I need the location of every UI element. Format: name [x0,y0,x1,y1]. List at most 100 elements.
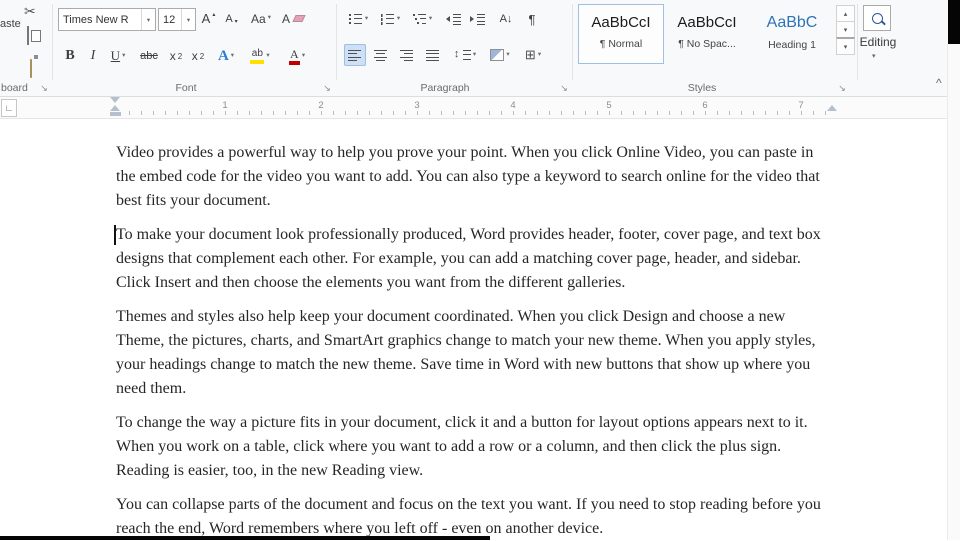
shading-button[interactable]: ▾ [486,44,514,66]
collapse-ribbon-chevron[interactable]: ^ [936,76,942,90]
numbered-list-icon [379,13,395,25]
style-sample-text: AaBbCcI [591,14,651,31]
find-button[interactable] [863,5,891,31]
show-paragraph-marks-button[interactable]: ¶ [522,8,542,30]
borders-button[interactable]: ⊞ ▾ [518,44,548,66]
highlight-swatch [250,59,265,64]
style-name-label: ¶ No Spac... [678,38,736,50]
borders-grid-icon: ⊞ [524,47,536,62]
change-case-button[interactable]: Aa ▾ [246,8,276,29]
multilevel-list-button[interactable]: ▾ [408,8,436,30]
vertical-scrollbar[interactable] [947,44,960,540]
shrink-font-button[interactable]: A ▾ [221,8,242,29]
underline-button[interactable]: U ▾ [104,44,132,68]
hanging-indent-marker[interactable] [110,105,120,111]
clear-formatting-label: A [281,11,290,26]
ribbon: ✂ aste Times New R ▾ 12 ▾ A ▴ A ▾ Aa ▾ A B … [0,0,960,97]
chevron-down-icon: ▾ [266,51,270,59]
chevron-down-icon: ▾ [537,50,542,58]
underline-label: U [110,48,121,63]
group-divider [52,4,53,80]
editing-chevron-down-icon[interactable]: ▾ [872,52,876,60]
font-name-combobox[interactable]: Times New R ▾ [58,8,156,31]
format-painter-icon[interactable] [30,59,32,78]
paragraph[interactable]: You can collapse parts of the document a… [116,493,836,541]
paragraph[interactable]: To change the way a picture fits in your… [116,411,836,483]
chevron-down-icon[interactable]: ▾ [181,9,195,30]
paragraph[interactable]: Themes and styles also help keep your do… [116,305,836,401]
superscript-button[interactable]: x2 [188,44,208,68]
ruler-mark: 2 [318,100,324,111]
font-color-label: A [290,46,299,61]
numbering-button[interactable]: ▾ [376,8,404,30]
bold-button[interactable]: B [60,44,80,68]
italic-button[interactable]: I [84,44,102,68]
styles-scroll-up-button[interactable]: ▴ [836,5,855,22]
style-no-spacing[interactable]: AaBbCcI ¶ No Spac... [664,4,750,64]
paragraph-dialog-launcher[interactable]: ↘ [558,82,570,94]
chevron-down-icon: ▾ [301,51,306,59]
line-spacing-button[interactable]: ▾ [450,44,480,66]
font-group-label: Font [175,82,197,94]
cut-scissors-icon[interactable]: ✂ [24,3,36,20]
window-edge-strip [948,0,960,44]
right-indent-marker[interactable] [827,105,837,111]
font-size-combobox[interactable]: 12 ▾ [158,8,196,31]
styles-dialog-launcher[interactable]: ↘ [836,82,848,94]
increase-indent-button[interactable] [466,8,488,30]
clipboard-dialog-launcher[interactable]: ↘ [38,82,50,94]
chevron-down-icon: ▾ [472,50,477,58]
subscript-button[interactable]: x2 [166,44,186,68]
document-page[interactable]: Video provides a powerful way to help yo… [116,119,836,541]
align-left-button[interactable] [344,44,366,66]
align-right-icon [400,48,414,62]
justify-button[interactable] [422,44,444,66]
chevron-down-icon[interactable]: ▾ [141,9,155,30]
sort-button[interactable]: A↓ [494,8,518,30]
style-sample-text: AaBbC [766,14,818,31]
first-line-indent-marker[interactable] [110,97,120,103]
ruler-mark: 7 [798,100,804,111]
subscript-mark: 2 [177,51,183,61]
tab-selector[interactable]: ∟ [1,99,17,117]
bottom-black-bar [0,536,490,540]
strikethrough-button[interactable]: abc [136,44,162,68]
font-color-button[interactable]: A ▾ [282,44,312,68]
left-indent-marker[interactable] [110,112,121,116]
ruler-mark: 6 [702,100,708,111]
bullets-button[interactable]: ▾ [344,8,372,30]
shading-icon [490,49,505,61]
text-effects-button[interactable]: A ▾ [212,44,240,68]
clear-formatting-button[interactable]: A [280,8,306,29]
editing-menu-label[interactable]: Editing [850,35,906,49]
justify-icon [426,48,440,62]
font-dialog-launcher[interactable]: ↘ [321,82,333,94]
search-icon [871,12,883,24]
style-heading-1[interactable]: AaBbC Heading 1 [750,4,834,64]
grow-font-button[interactable]: A ▴ [198,8,219,29]
paragraph[interactable]: Video provides a powerful way to help yo… [116,141,836,213]
text-cursor [114,225,116,245]
superscript-mark: 2 [199,51,205,61]
ruler-mark: 3 [414,100,420,111]
decrease-indent-button[interactable] [442,8,464,30]
clipboard-group-label: board [1,82,28,94]
increase-indent-icon [469,12,485,26]
copy-icon[interactable] [27,26,29,45]
align-right-button[interactable] [396,44,418,66]
paste-button-label[interactable]: aste [0,18,21,30]
text-highlight-button[interactable]: ab ▾ [244,44,276,68]
group-divider [336,4,337,80]
align-center-button[interactable] [370,44,392,66]
style-normal[interactable]: AaBbCcI ¶ Normal [578,4,664,64]
decrease-indent-icon [445,12,461,26]
styles-group-label: Styles [687,82,717,94]
align-left-icon [348,48,362,62]
ruler-mark: 1 [222,100,228,111]
chevron-down-icon: ▾ [506,50,510,58]
paragraph[interactable]: To make your document look professionall… [116,223,836,295]
shrink-font-label: A [225,12,233,25]
style-sample-text: AaBbCcI [677,14,737,31]
document-canvas[interactable]: Video provides a powerful way to help yo… [0,119,948,540]
chevron-down-icon: ▾ [230,51,235,59]
